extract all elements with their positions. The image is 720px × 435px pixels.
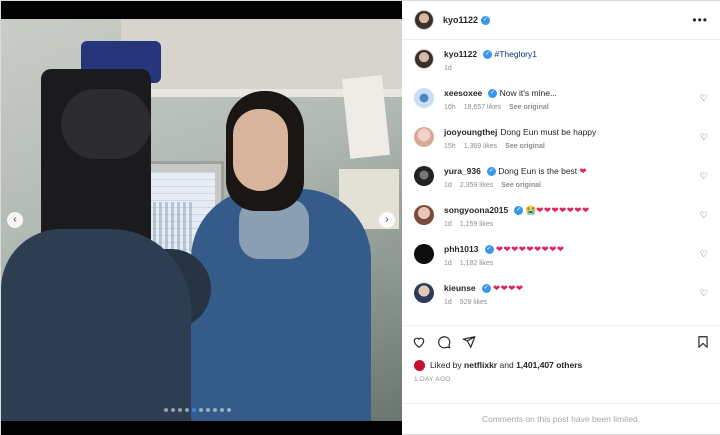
comment-likes[interactable]: 1,159 likes: [460, 221, 493, 228]
avatar[interactable]: [414, 88, 434, 108]
comment-likes[interactable]: 1,369 likes: [464, 143, 497, 150]
carousel-dot: [227, 408, 231, 412]
comment-username[interactable]: songyoona2015: [444, 205, 508, 215]
comment-like-heart-icon[interactable]: ♡: [700, 288, 708, 299]
author-username[interactable]: kyo1122: [443, 15, 478, 25]
caption-hashtag[interactable]: #Theglory1: [494, 49, 537, 59]
verified-icon: ✓: [488, 89, 498, 99]
carousel-dot: [185, 408, 189, 412]
like-icon[interactable]: [412, 335, 426, 349]
comments-limited-notice: Comments on this post have been limited.: [402, 403, 720, 434]
comment-text: Dong Eun is the best: [498, 166, 578, 176]
carousel-indicator: [164, 408, 231, 412]
see-original-link[interactable]: See original: [501, 182, 541, 189]
carousel-dot: [192, 408, 196, 412]
comment-hearts: ❤❤❤❤: [493, 283, 524, 293]
comment-like-heart-icon[interactable]: ♡: [700, 132, 708, 143]
liker-username[interactable]: netflixkr: [464, 360, 497, 370]
avatar[interactable]: [414, 283, 434, 303]
comment-hearts: ❤: [579, 166, 588, 176]
caption-age: 1d: [444, 65, 452, 72]
post-media: ‹ ›: [1, 1, 402, 435]
verified-icon: ✓: [483, 50, 493, 60]
comment-age: 1d: [444, 299, 452, 306]
list-item: jooyoungthej Dong Eun must be happy 15h 1,…: [414, 127, 708, 150]
comment-likes[interactable]: 2,359 likes: [460, 182, 493, 189]
see-original-link[interactable]: See original: [505, 143, 545, 150]
post-header: kyo1122 ✓ •••: [402, 1, 720, 40]
instagram-post-modal: ‹ › kyo1122 ✓ ••• kyo1122 ✓ #Theglory1 1d: [0, 0, 720, 435]
author-avatar[interactable]: [414, 49, 434, 69]
verified-icon: ✓: [481, 284, 491, 294]
comment-age: 16h: [444, 104, 456, 111]
comment-likes[interactable]: 929 likes: [460, 299, 488, 306]
carousel-dot: [164, 408, 168, 412]
list-item: phh1013 ✓ ❤❤❤❤❤❤❤❤❤ 1d 1,182 likes ♡: [414, 244, 708, 267]
comment-like-heart-icon[interactable]: ♡: [700, 171, 708, 182]
list-item: yura_936 ✓ Dong Eun is the best ❤ 1d 2,359…: [414, 166, 708, 189]
comment-age: 1d: [444, 260, 452, 267]
liker-avatar[interactable]: [414, 359, 425, 371]
caption-username[interactable]: kyo1122: [444, 49, 477, 59]
comment-icon[interactable]: [437, 335, 451, 349]
avatar[interactable]: [414, 205, 434, 225]
avatar[interactable]: [414, 127, 434, 147]
comment-like-heart-icon[interactable]: ♡: [700, 210, 708, 221]
comment-like-heart-icon[interactable]: ♡: [700, 249, 708, 260]
carousel-prev-icon[interactable]: ‹: [7, 212, 23, 228]
comment-age: 1d: [444, 221, 452, 228]
caption: kyo1122 ✓ #Theglory1 1d: [414, 49, 708, 72]
liked-by-joiner: and: [499, 360, 514, 370]
comment-age: 15h: [444, 143, 456, 150]
list-item: kieunse ✓ ❤❤❤❤ 1d 929 likes ♡: [414, 283, 708, 306]
comment-text: Dong Eun must be happy: [500, 127, 597, 137]
avatar[interactable]: [414, 166, 434, 186]
carousel-dot: [171, 408, 175, 412]
verified-icon: ✓: [481, 15, 491, 25]
see-original-link[interactable]: See original: [509, 104, 549, 111]
carousel-dot: [213, 408, 217, 412]
comment-username[interactable]: phh1013: [444, 244, 479, 254]
carousel-next-icon[interactable]: ›: [379, 212, 395, 228]
author-avatar[interactable]: [414, 10, 434, 30]
actress-face: [233, 109, 288, 191]
carousel-dot: [199, 408, 203, 412]
verified-icon: ✓: [514, 206, 524, 216]
save-icon[interactable]: [696, 335, 710, 349]
carousel-dot: [206, 408, 210, 412]
post-action-bar: [402, 325, 720, 357]
verified-icon: ✓: [486, 167, 496, 177]
comment-text: 😭: [525, 205, 537, 215]
verified-icon: ✓: [484, 245, 494, 255]
carousel-dot: [178, 408, 182, 412]
post-side-panel: kyo1122 ✓ ••• kyo1122 ✓ #Theglory1 1d xee…: [402, 1, 720, 434]
comment-age: 1d: [444, 182, 452, 189]
camera-operator: [1, 229, 191, 421]
comment-username[interactable]: kieunse: [444, 283, 476, 293]
comment-text: Now it's mine...: [499, 88, 558, 98]
comment-hearts: ❤❤❤❤❤❤❤: [536, 205, 590, 215]
list-item: xeesoxee ✓ Now it's mine... 16h 18,657 lik…: [414, 88, 708, 111]
comment-hearts: ❤❤❤❤❤❤❤❤❤: [495, 244, 565, 254]
more-options-icon[interactable]: •••: [692, 13, 708, 27]
avatar[interactable]: [414, 244, 434, 264]
post-timestamp: 1 DAY AGO: [414, 376, 451, 383]
share-icon[interactable]: [462, 335, 476, 349]
comment-username[interactable]: jooyoungthej: [444, 127, 497, 137]
comments-list[interactable]: kyo1122 ✓ #Theglory1 1d xeesoxee ✓ Now it'…: [402, 40, 720, 325]
comment-like-heart-icon[interactable]: ♡: [700, 93, 708, 104]
comment-username[interactable]: yura_936: [444, 166, 481, 176]
comment-likes[interactable]: 18,657 likes: [464, 104, 501, 111]
post-photo: [1, 19, 402, 421]
likes-count[interactable]: 1,401,407 others: [516, 360, 582, 370]
comment-username[interactable]: xeesoxee: [444, 88, 482, 98]
likes-summary: Liked by netflixkr and 1,401,407 others: [402, 357, 720, 373]
comment-likes[interactable]: 1,182 likes: [460, 260, 493, 267]
liked-by-prefix: Liked by: [430, 360, 462, 370]
carousel-dot: [220, 408, 224, 412]
list-item: songyoona2015 ✓ 😭❤❤❤❤❤❤❤ 1d 1,159 likes ♡: [414, 205, 708, 228]
